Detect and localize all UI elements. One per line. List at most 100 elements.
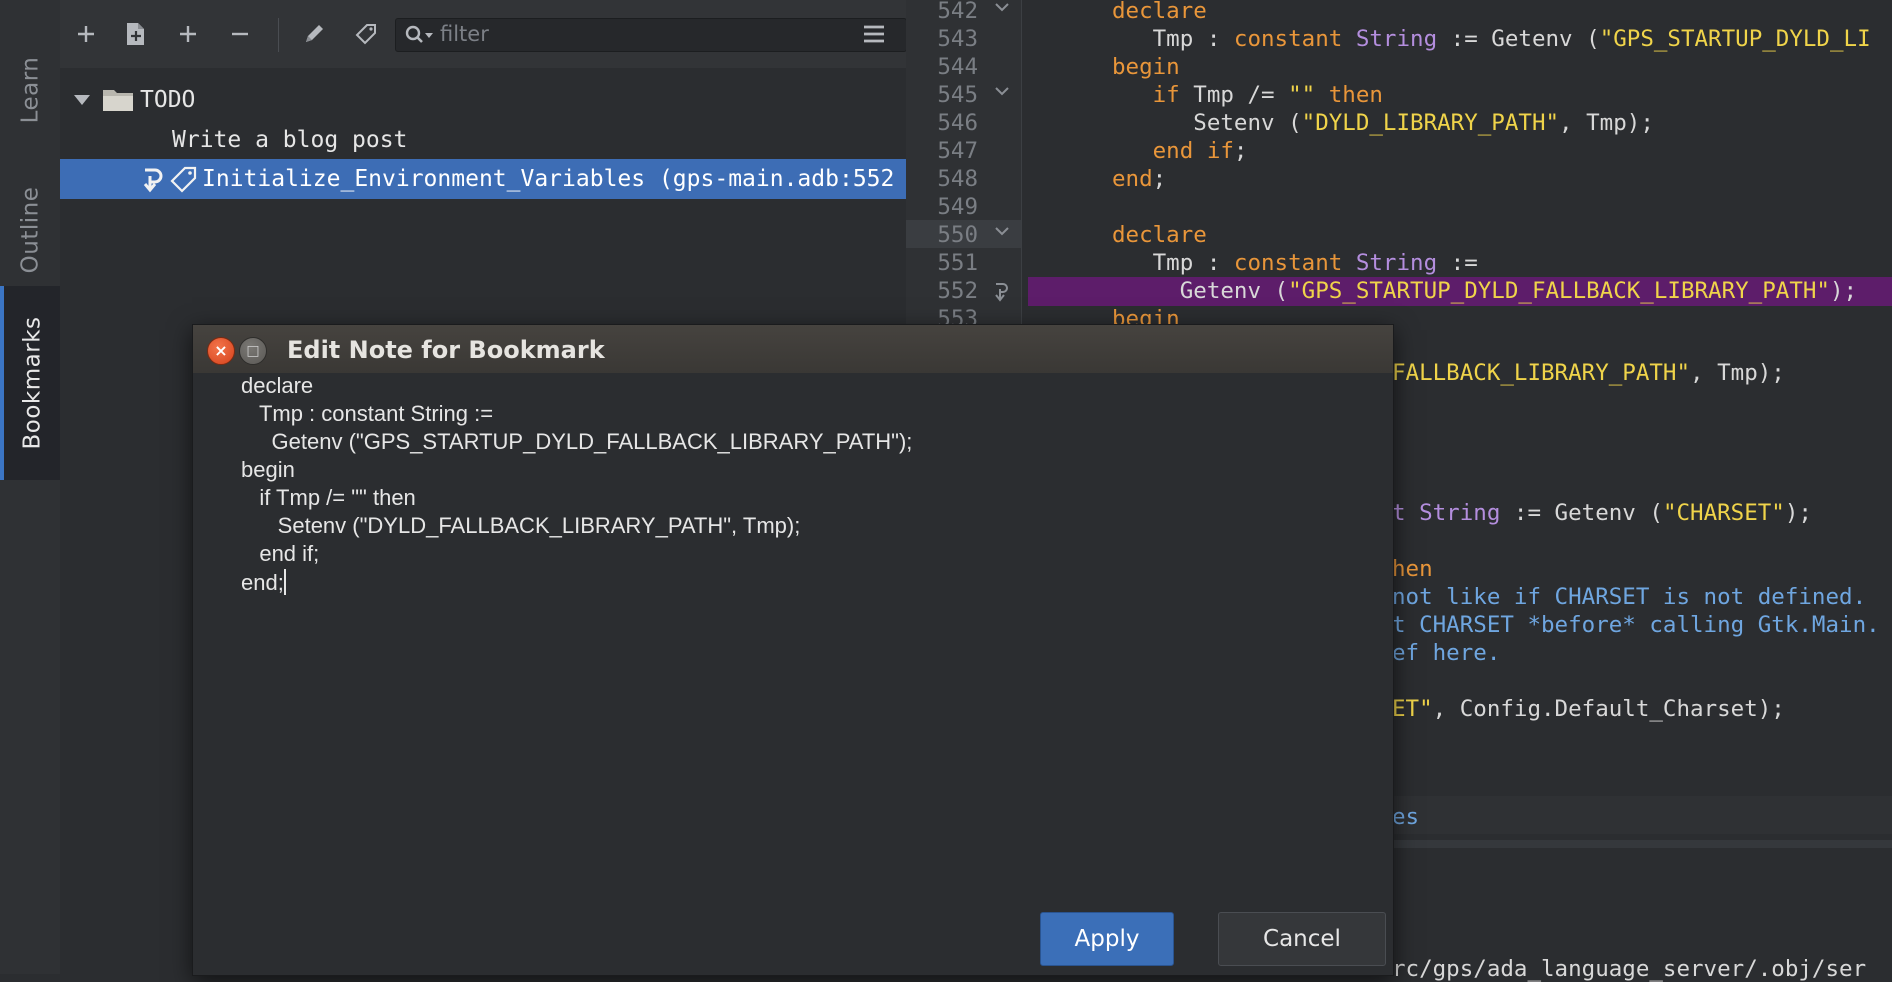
side-tab-learn[interactable]: Learn [0, 40, 60, 140]
code-token: hen [1392, 556, 1433, 582]
code-token: declare [1112, 0, 1207, 24]
code-token: String [1355, 26, 1438, 52]
tag-icon [355, 24, 376, 45]
code-token: Tmp : [1112, 26, 1234, 52]
code-line: Getenv ("GPS_STARTUP_DYLD_FALLBACK_LIBRA… [1112, 278, 1857, 304]
filter-input[interactable]: filter [395, 18, 907, 52]
bookmark-group-row[interactable]: TODO [60, 80, 906, 120]
apply-button[interactable]: Apply [1040, 912, 1174, 966]
code-line: declare [1112, 222, 1207, 248]
fold-chevron-icon[interactable] [994, 226, 1010, 238]
note-line-last: end; [241, 569, 286, 596]
code-token: not like if CHARSET is not defined. [1392, 584, 1867, 610]
maximize-button[interactable]: □ [239, 337, 267, 365]
fold-chevron-icon[interactable] [994, 2, 1010, 14]
line-number: 550 [937, 222, 978, 248]
code-token: Tmp : [1112, 250, 1234, 276]
line-number: 546 [937, 110, 978, 136]
code-token: t CHARSET *before* calling Gtk.Main. [1392, 612, 1880, 638]
dialog-titlebar[interactable]: × □ Edit Note for Bookmark [193, 325, 1393, 374]
code-token: , Tmp); [1690, 360, 1785, 386]
code-token: es [1392, 804, 1420, 830]
code-line: end; [1112, 166, 1166, 192]
code-token: end if [1152, 138, 1234, 164]
code-token: := [1437, 250, 1478, 276]
code-line: if Tmp /= "" then [1112, 82, 1383, 108]
code-token: "GPS_STARTUP_DYLD_FALLBACK_LIBRARY_PATH" [1288, 278, 1830, 304]
code-token: := Getenv ( [1437, 26, 1600, 52]
side-tab-outline-label: Outline [17, 186, 43, 274]
code-token: constant [1233, 26, 1343, 52]
close-icon: × [214, 341, 228, 360]
toolbar-separator [278, 18, 279, 52]
cancel-button[interactable]: Cancel [1218, 912, 1386, 966]
view-menu-button[interactable] [858, 18, 890, 50]
note-line: end; [241, 570, 284, 595]
edit-note-dialog: × □ Edit Note for Bookmark declare Tmp :… [192, 324, 1394, 976]
code-token: Tmp /= [1179, 82, 1289, 108]
code-token: Getenv ( [1112, 278, 1289, 304]
expander-down-icon[interactable] [72, 93, 92, 107]
filter-placeholder: filter [440, 22, 489, 46]
console-line: rc/gps/ada_language_server/.obj/ser [1392, 956, 1866, 982]
code-line: hen [1392, 556, 1433, 582]
tag-icon [170, 166, 197, 193]
text-caret [283, 569, 286, 595]
line-number: 545 [937, 82, 978, 108]
note-line: Setenv ("DYLD_FALLBACK_LIBRARY_PATH", Tm… [241, 513, 801, 538]
remove-bookmark-button[interactable] [224, 18, 256, 50]
close-button[interactable]: × [207, 337, 235, 365]
code-token: ; [1152, 166, 1167, 192]
code-token: "GPS_STARTUP_DYLD_LI [1599, 26, 1871, 52]
panel-divider [1392, 840, 1892, 848]
note-line: Tmp : constant String := [241, 401, 494, 426]
code-token: , Config.Default_Charset); [1432, 696, 1785, 722]
bookmark-item[interactable]: Write a blog post [60, 120, 906, 160]
side-tab-bookmarks-label: Bookmarks [19, 316, 45, 450]
new-file-icon [127, 23, 144, 45]
code-token: ET" [1392, 696, 1433, 722]
code-token: constant [1233, 250, 1343, 276]
add-bookmark-button[interactable] [70, 18, 102, 50]
note-line: end if; [241, 541, 320, 566]
note-line: if Tmp /= "" then [241, 485, 416, 510]
code-line: t CHARSET *before* calling Gtk.Main. [1392, 612, 1880, 638]
edit-note-button[interactable] [298, 18, 330, 50]
code-line: declare [1112, 0, 1207, 24]
bookmarks-toolbar: filter [60, 0, 907, 69]
note-line: begin [241, 457, 295, 482]
code-line: not like if CHARSET is not defined. [1392, 584, 1866, 610]
note-line: declare [241, 373, 314, 398]
code-token: ef here. [1392, 640, 1501, 666]
code-token: then [1315, 82, 1383, 108]
code-token: ; [1233, 138, 1248, 164]
bookmark-item-label: Initialize_Environment_Variables (gps-ma… [202, 166, 895, 192]
bookmark-item-label: Write a blog post [172, 127, 408, 153]
code-token: ); [1784, 500, 1812, 526]
code-line: es [1392, 804, 1419, 830]
code-token: "CHARSET" [1662, 500, 1785, 526]
bookmark-item-selected[interactable]: Initialize_Environment_Variables (gps-ma… [60, 159, 906, 199]
code-token: rc/gps/ada_language_server/.obj/ser [1392, 956, 1867, 982]
code-line: begin [1112, 54, 1180, 80]
add-button[interactable] [172, 18, 204, 50]
code-token: "" [1288, 82, 1316, 108]
line-number: 552 [937, 278, 978, 304]
side-tab-bookmarks[interactable]: Bookmarks [0, 286, 60, 480]
folder-icon [103, 90, 133, 111]
side-tab-outline[interactable]: Outline [0, 170, 60, 290]
code-token: String [1355, 250, 1438, 276]
code-line: Tmp : constant String := [1112, 250, 1478, 276]
side-tab-bar: Learn Outline Bookmarks [0, 0, 60, 974]
goto-bookmark-icon [143, 168, 163, 193]
line-number: 543 [937, 26, 978, 52]
new-group-button[interactable] [120, 18, 152, 50]
code-token: "DYLD_LIBRARY_PATH" [1301, 110, 1560, 136]
code-token: if [1152, 82, 1180, 108]
code-token: end [1112, 166, 1153, 192]
note-text-area[interactable]: declare Tmp : constant String := Getenv … [193, 373, 1393, 913]
fold-chevron-icon[interactable] [994, 86, 1010, 98]
edit-tags-button[interactable] [350, 18, 382, 50]
